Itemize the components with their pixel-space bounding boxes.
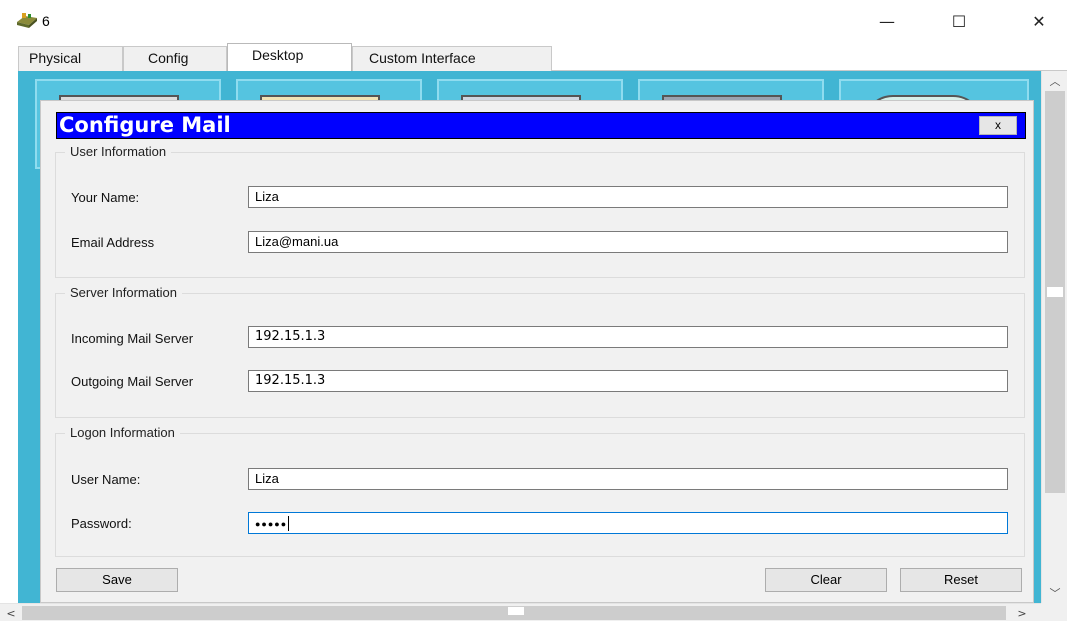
incoming-mail-server-field[interactable]: 192.15.1.3 xyxy=(248,326,1008,348)
close-window-button[interactable]: ✕ xyxy=(1017,6,1061,36)
logon-information-group: Logon Information User Name: Liza Passwo… xyxy=(55,425,1025,557)
user-information-group: User Information Your Name: Liza Email A… xyxy=(55,144,1025,278)
email-address-field[interactable]: Liza@mani.ua xyxy=(248,231,1008,253)
outgoing-mail-server-field[interactable]: 192.15.1.3 xyxy=(248,370,1008,392)
group-legend: Server Information xyxy=(65,285,182,300)
tab-config[interactable]: Config xyxy=(123,46,227,71)
maximize-button[interactable]: ☐ xyxy=(937,6,981,36)
dialog-title: Configure Mail xyxy=(59,113,231,137)
tab-physical[interactable]: Physical xyxy=(18,46,123,71)
incoming-mail-server-label: Incoming Mail Server xyxy=(71,331,194,346)
password-field[interactable]: ●●●●● xyxy=(248,512,1008,534)
window-title: 6 xyxy=(42,13,50,29)
window-titlebar: 6 — ☐ ✕ xyxy=(0,0,1067,42)
text-caret xyxy=(288,516,290,532)
tab-custom-interface[interactable]: Custom Interface xyxy=(352,46,552,71)
scroll-up-icon[interactable]: ︿ xyxy=(1042,71,1067,91)
scroll-down-icon[interactable]: ﹀ xyxy=(1042,583,1067,603)
clear-button[interactable]: Clear xyxy=(765,568,887,592)
configure-mail-dialog: Configure Mail x User Information Your N… xyxy=(40,100,1034,603)
password-label: Password: xyxy=(71,516,132,531)
tab-bar: Physical Config Desktop Custom Interface xyxy=(18,43,1067,71)
save-button[interactable]: Save xyxy=(56,568,178,592)
user-name-field[interactable]: Liza xyxy=(248,468,1008,490)
password-mask: ●●●●● xyxy=(255,519,288,529)
vertical-scroll-marker xyxy=(1047,287,1063,297)
horizontal-scrollbar[interactable]: < > xyxy=(0,603,1041,621)
your-name-label: Your Name: xyxy=(71,190,140,205)
scroll-right-icon[interactable]: > xyxy=(1011,604,1033,621)
device-icon xyxy=(17,13,37,28)
your-name-field[interactable]: Liza xyxy=(248,186,1008,208)
minimize-button[interactable]: — xyxy=(865,6,909,36)
tab-desktop[interactable]: Desktop xyxy=(227,43,352,71)
outgoing-mail-server-label: Outgoing Mail Server xyxy=(71,374,194,389)
vertical-scrollbar[interactable]: ︿ ﹀ xyxy=(1041,71,1067,603)
scroll-left-icon[interactable]: < xyxy=(0,604,22,621)
server-information-group: Server Information Incoming Mail Server … xyxy=(55,285,1025,418)
horizontal-scroll-marker xyxy=(508,607,524,615)
dialog-close-button[interactable]: x xyxy=(979,116,1017,135)
email-address-label: Email Address xyxy=(71,235,155,250)
user-name-label: User Name: xyxy=(71,472,141,487)
group-legend: User Information xyxy=(65,144,172,159)
reset-button[interactable]: Reset xyxy=(900,568,1022,592)
group-legend: Logon Information xyxy=(65,425,180,440)
dialog-header: Configure Mail x xyxy=(56,112,1026,139)
scrollbar-corner xyxy=(1041,603,1067,621)
